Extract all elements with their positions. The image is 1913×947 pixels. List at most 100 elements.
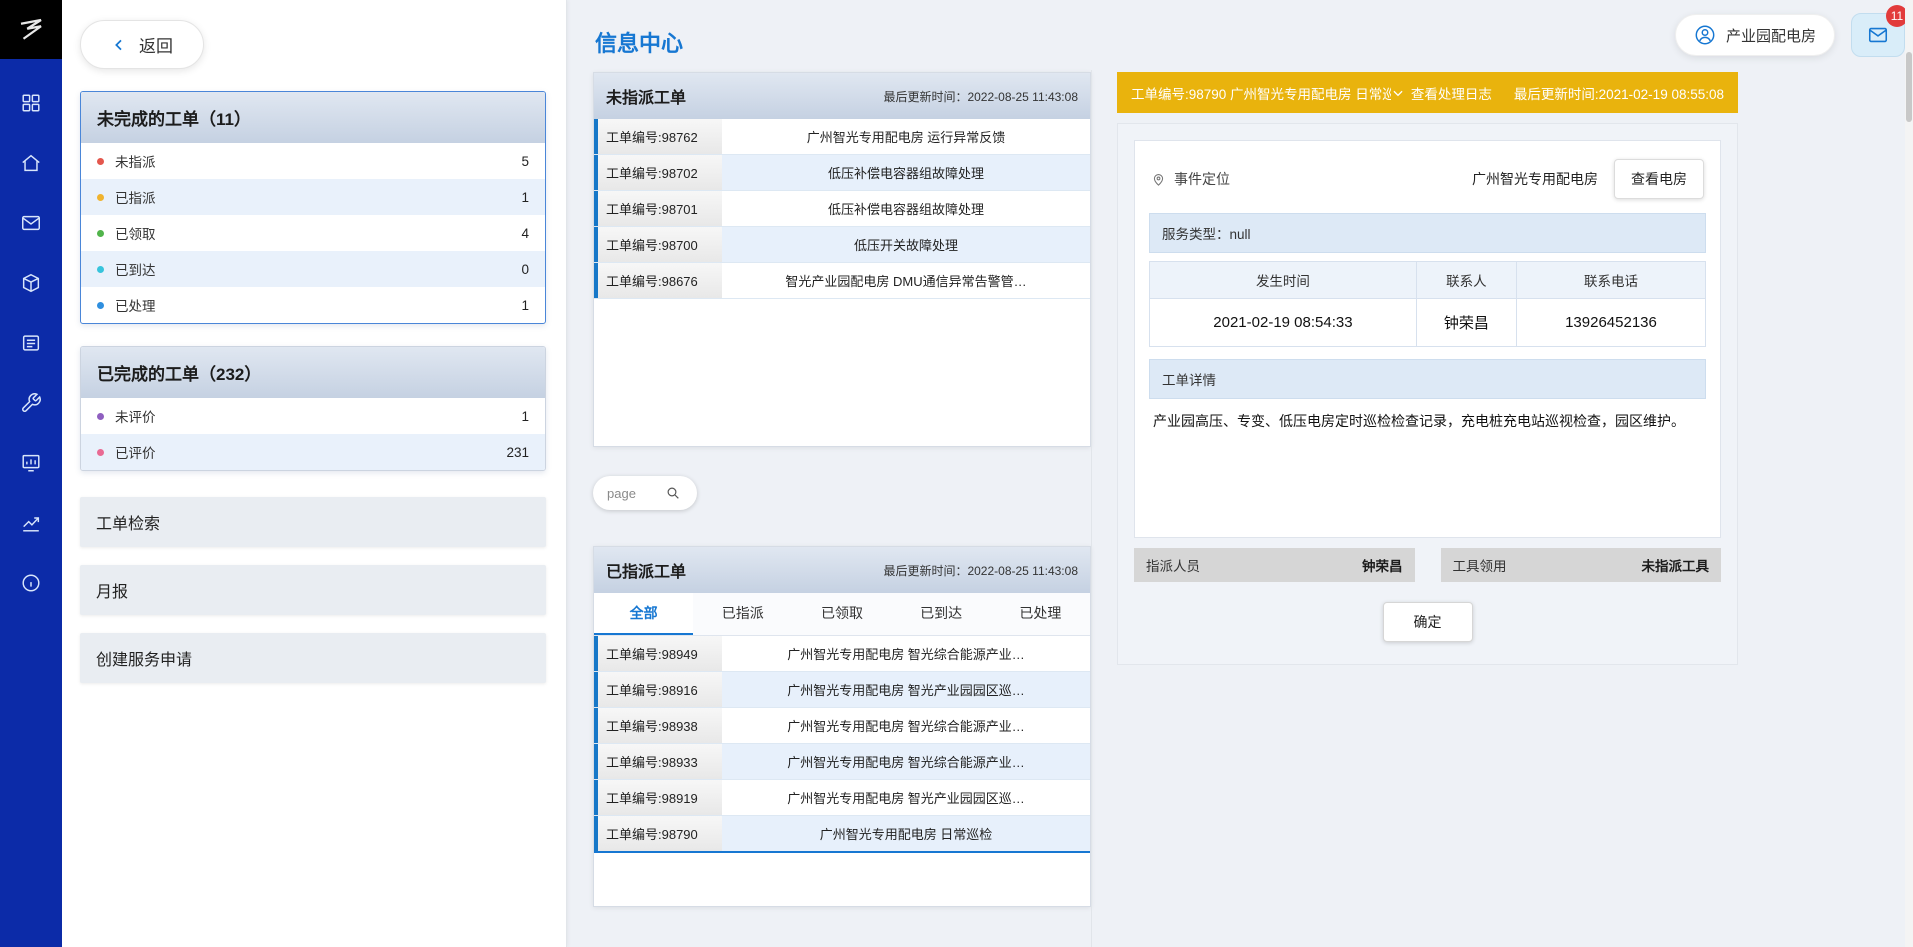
contact-table-data-row: 2021-02-19 08:54:33 钟荣昌 13926452136 [1150,299,1706,347]
item-count: 1 [521,298,529,313]
assigned-panel-header: 已指派工单 最后更新时间：2022-08-25 11:43:08 [594,547,1090,593]
event-location-label-group: 事件定位 [1151,169,1230,189]
work-order-row-selected[interactable]: 工单编号:98790 广州智光专用配电房 日常巡检 [594,816,1090,853]
energy-chart-icon[interactable] [19,451,43,475]
contact-phone: 13926452136 [1516,299,1705,347]
unfinished-panel-title: 未完成的工单（11） [81,92,545,143]
view-power-room-button[interactable]: 查看电房 [1614,159,1704,199]
envelope-icon [1867,24,1889,46]
work-order-row[interactable]: 工单编号:98916 广州智光专用配电房 智光产业园园区巡… [594,672,1090,708]
page-scrollbar[interactable] [1905,0,1913,947]
order-desc: 广州智光专用配电房 日常巡检 [722,816,1090,851]
messages-button[interactable]: 11 [1851,13,1905,57]
status-dot [97,266,104,273]
work-order-row[interactable]: 工单编号:98762 广州智光专用配电房 运行异常反馈 [594,119,1090,155]
order-desc: 低压补偿电容器组故障处理 [722,191,1090,226]
tools-label: 工具领用 [1453,555,1507,575]
sidebar-item-rated[interactable]: 已评价 231 [81,434,545,470]
status-dot [97,413,104,420]
chevron-left-icon [111,37,127,53]
unassigned-rows: 工单编号:98762 广州智光专用配电房 运行异常反馈 工单编号:98702 低… [594,119,1090,446]
order-id: 工单编号:98938 [594,708,722,743]
order-desc: 广州智光专用配电房 智光综合能源产业… [722,744,1090,779]
user-label: 产业园配电房 [1726,25,1816,46]
order-id: 工单编号:98702 [594,155,722,190]
work-order-row[interactable]: 工单编号:98933 广州智光专用配电房 智光综合能源产业… [594,744,1090,780]
sidebar-link-create-service-request[interactable]: 创建服务申请 [80,633,546,683]
scrollbar-thumb[interactable] [1906,52,1912,122]
item-count: 4 [521,226,529,241]
work-order-row[interactable]: 工单编号:98919 广州智光专用配电房 智光产业园园区巡… [594,780,1090,816]
status-dot [97,194,104,201]
work-order-row[interactable]: 工单编号:98702 低压补偿电容器组故障处理 [594,155,1090,191]
view-process-log-link[interactable]: 查看处理日志 [1391,83,1492,103]
tab-all[interactable]: 全部 [594,593,693,635]
wrench-icon[interactable] [19,391,43,415]
finished-panel-title: 已完成的工单（232） [81,347,545,398]
page-search-input[interactable] [607,486,659,501]
order-id: 工单编号:98700 [594,227,722,262]
main-columns: 未指派工单 最后更新时间：2022-08-25 11:43:08 工单编号:98… [593,72,1913,907]
order-id: 工单编号:98701 [594,191,722,226]
confirm-button[interactable]: 确定 [1383,602,1473,642]
event-location-right: 广州智光专用配电房 查看电房 [1472,159,1704,199]
unassigned-orders-panel: 未指派工单 最后更新时间：2022-08-25 11:43:08 工单编号:98… [593,72,1091,447]
work-order-row[interactable]: 工单编号:98701 低压补偿电容器组故障处理 [594,191,1090,227]
event-location-label: 事件定位 [1174,169,1230,189]
sidebar-item-assigned[interactable]: 已指派 1 [81,179,545,215]
trend-chart-icon[interactable] [19,511,43,535]
work-order-row[interactable]: 工单编号:98700 低压开关故障处理 [594,227,1090,263]
assigned-body: 全部 已指派 已领取 已到达 已处理 工单编号:98949 广州智光专用配电房 … [594,593,1090,906]
sidebar-link-order-search[interactable]: 工单检索 [80,497,546,547]
work-order-row[interactable]: 工单编号:98676 智光产业园配电房 DMU通信异常告警管… [594,263,1090,299]
mail-icon[interactable] [19,211,43,235]
finished-orders-panel: 已完成的工单（232） 未评价 1 已评价 231 [80,346,546,471]
sidebar-item-arrived[interactable]: 已到达 0 [81,251,545,287]
brand-logo[interactable] [0,0,62,59]
sidebar-item-processed[interactable]: 已处理 1 [81,287,545,323]
search-icon[interactable] [665,485,681,501]
news-icon[interactable] [19,331,43,355]
order-desc: 广州智光专用配电房 运行异常反馈 [722,119,1090,154]
status-dot [97,302,104,309]
sidebar-item-unrated[interactable]: 未评价 1 [81,398,545,434]
order-meta-row: 指派人员 钟荣昌 工具领用 未指派工具 [1134,548,1721,582]
event-location-value: 广州智光专用配电房 [1472,169,1598,189]
contact-table: 发生时间 联系人 联系电话 2021-02-19 08:54:33 钟荣昌 13… [1149,261,1706,347]
order-id: 工单编号:98762 [594,119,722,154]
detail-last-updated: 最后更新时间:2021-02-19 08:55:08 [1514,83,1724,103]
tab-claimed[interactable]: 已领取 [792,593,891,635]
work-order-row[interactable]: 工单编号:98938 广州智光专用配电房 智光综合能源产业… [594,708,1090,744]
package-icon[interactable] [19,271,43,295]
item-label: 未评价 [115,406,156,426]
apps-grid-icon[interactable] [19,91,43,115]
order-id: 工单编号:98933 [594,744,722,779]
back-button[interactable]: 返回 [80,20,204,69]
tab-assigned[interactable]: 已指派 [693,593,792,635]
tab-arrived[interactable]: 已到达 [892,593,991,635]
page-search-box [593,476,697,510]
user-account-button[interactable]: 产业园配电房 [1675,14,1835,56]
item-count: 0 [521,262,529,277]
unassigned-panel-header: 未指派工单 最后更新时间：2022-08-25 11:43:08 [594,73,1090,119]
work-order-row[interactable]: 工单编号:98949 广州智光专用配电房 智光综合能源产业… [594,636,1090,672]
top-right-controls: 产业园配电房 11 [1675,13,1905,57]
main-content: 信息中心 产业园配电房 11 未指派工单 最后更新时间：2022-08-25 1… [567,0,1913,947]
order-desc: 广州智光专用配电房 智光产业园园区巡… [722,672,1090,707]
tools-value: 未指派工具 [1642,555,1710,575]
tab-processed[interactable]: 已处理 [991,593,1090,635]
app-root: 返回 未完成的工单（11） 未指派 5 已指派 1 已领取 4 [0,0,1913,947]
order-desc: 低压补偿电容器组故障处理 [722,155,1090,190]
order-desc: 低压开关故障处理 [722,227,1090,262]
chevron-down-icon [1391,86,1405,100]
order-desc: 广州智光专用配电房 智光综合能源产业… [722,708,1090,743]
sidebar-link-monthly-report[interactable]: 月报 [80,565,546,615]
info-icon[interactable] [19,571,43,595]
contact-name: 钟荣昌 [1416,299,1516,347]
item-label: 已到达 [115,259,156,279]
sidebar-item-unassigned[interactable]: 未指派 5 [81,143,545,179]
home-icon[interactable] [19,151,43,175]
panel-title: 已指派工单 [606,558,686,582]
assignee-bar: 指派人员 钟荣昌 [1134,548,1415,582]
sidebar-item-claimed[interactable]: 已领取 4 [81,215,545,251]
